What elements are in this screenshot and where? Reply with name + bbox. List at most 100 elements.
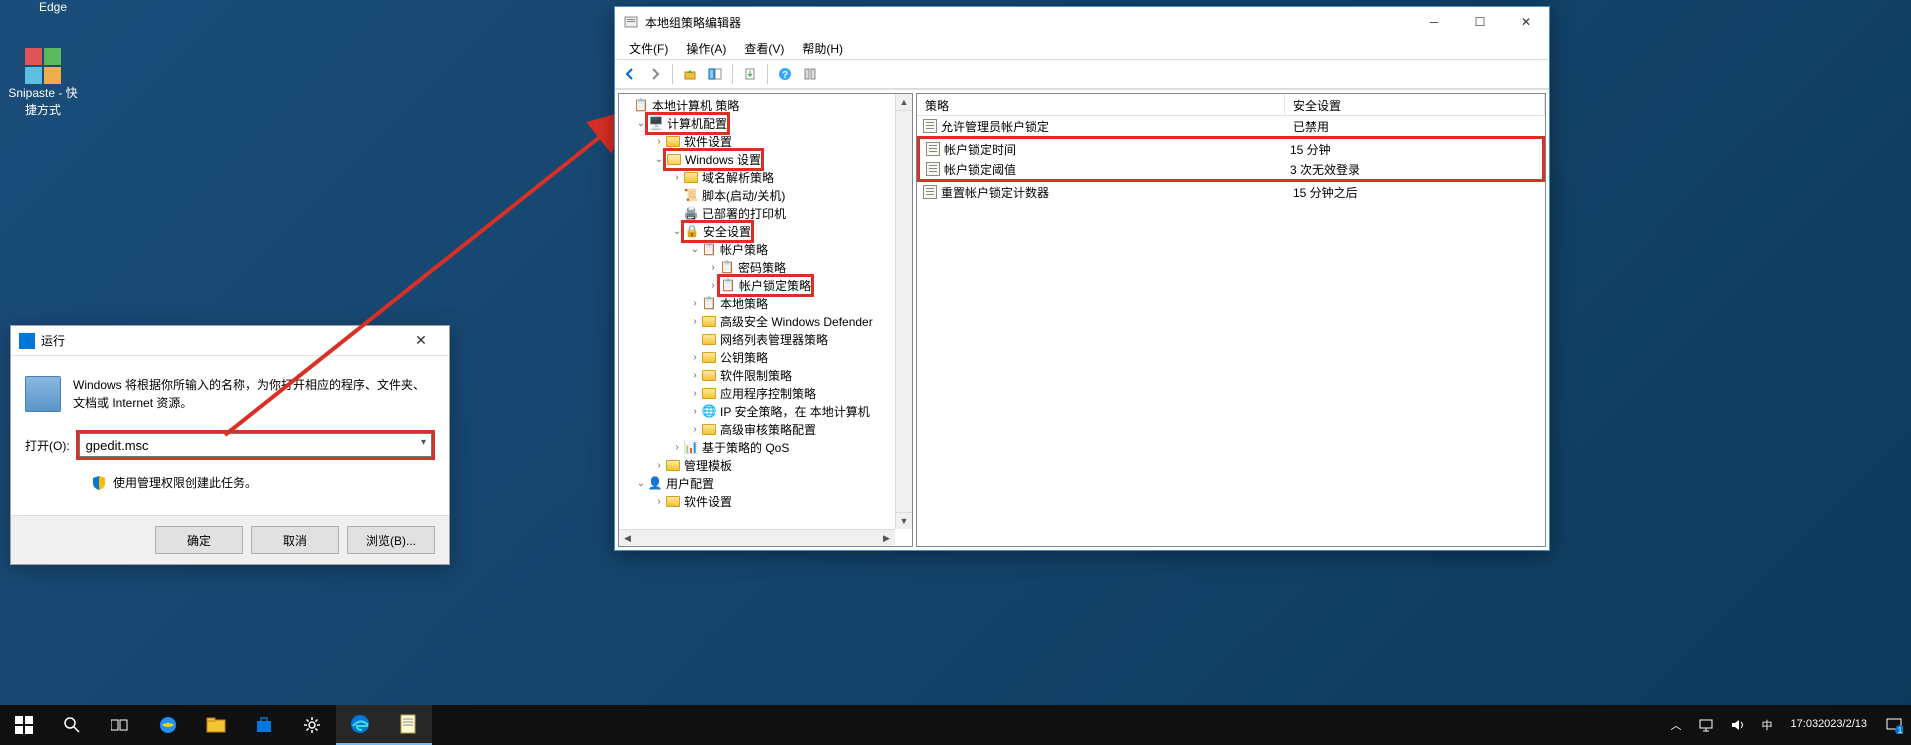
- col-security[interactable]: 安全设置: [1285, 94, 1545, 115]
- taskbar-settings-icon[interactable]: [288, 705, 336, 745]
- close-icon[interactable]: ✕: [401, 332, 441, 349]
- tree-deployed-printers[interactable]: 🖨️已部署的打印机: [619, 204, 912, 222]
- admin-note: 使用管理权限创建此任务。: [113, 474, 257, 491]
- taskbar: ︿ 中 17:03 2023/2/13 1: [0, 705, 1911, 745]
- tray-clock[interactable]: 17:03 2023/2/13: [1781, 705, 1877, 745]
- tree-dns-policy[interactable]: ›域名解析策略: [619, 168, 912, 186]
- menubar: 文件(F) 操作(A) 查看(V) 帮助(H): [615, 37, 1549, 59]
- shield-icon: [91, 475, 107, 491]
- tree-ip-security[interactable]: ›🌐IP 安全策略，在 本地计算机: [619, 402, 912, 420]
- run-app-icon: [19, 333, 35, 349]
- list-panel: 策略 安全设置 允许管理员帐户锁定 已禁用 帐户锁定时间 15 分钟 帐户锁定阈…: [916, 93, 1546, 547]
- svg-text:1: 1: [1898, 726, 1903, 734]
- menu-help[interactable]: 帮助(H): [794, 38, 851, 59]
- list-header: 策略 安全设置: [917, 94, 1545, 116]
- tree-local-policies[interactable]: ›📋本地策略: [619, 294, 912, 312]
- browse-button[interactable]: 浏览(B)...: [347, 526, 435, 554]
- taskbar-edge-icon[interactable]: [336, 705, 384, 745]
- help-icon[interactable]: ?: [774, 63, 796, 85]
- desktop-icon-snipaste[interactable]: Snipaste - 快捷方式: [5, 48, 81, 118]
- taskbar-taskview-icon[interactable]: [96, 705, 144, 745]
- run-body-icon: [25, 376, 61, 412]
- list-body: 允许管理员帐户锁定 已禁用 帐户锁定时间 15 分钟 帐户锁定阈值 3 次无效登…: [917, 116, 1545, 546]
- policy-item-icon: [926, 142, 940, 156]
- ok-button[interactable]: 确定: [155, 526, 243, 554]
- maximize-button[interactable]: ☐: [1457, 7, 1503, 37]
- run-title-text: 运行: [41, 332, 401, 349]
- minimize-button[interactable]: ─: [1411, 7, 1457, 37]
- policy-item-icon: [923, 119, 937, 133]
- run-description: Windows 将根据你所输入的名称，为你打开相应的程序、文件夹、文档或 Int…: [73, 376, 435, 412]
- close-button[interactable]: ✕: [1503, 7, 1549, 37]
- taskbar-store-icon[interactable]: [240, 705, 288, 745]
- policy-item-icon: [923, 185, 937, 199]
- system-tray: ︿ 中 17:03 2023/2/13 1: [1663, 705, 1911, 745]
- policy-row[interactable]: 帐户锁定时间 15 分钟: [920, 139, 1542, 159]
- taskbar-ie-icon[interactable]: [144, 705, 192, 745]
- tree-software-settings2[interactable]: ›软件设置: [619, 492, 912, 510]
- highlight-box-rows: 帐户锁定时间 15 分钟 帐户锁定阈值 3 次无效登录: [917, 136, 1545, 182]
- tree-security-settings[interactable]: ⌄🔒安全设置: [619, 222, 912, 240]
- tray-notifications-icon[interactable]: 1: [1877, 705, 1911, 745]
- highlight-box-input: ▾: [76, 430, 435, 460]
- desktop-icon-edge[interactable]: Edge: [15, 0, 91, 14]
- snipaste-icon-img: [25, 48, 61, 84]
- tree-network-list[interactable]: 网络列表管理器策略: [619, 330, 912, 348]
- svg-text:?: ?: [782, 70, 788, 81]
- tree-software-restriction[interactable]: ›软件限制策略: [619, 366, 912, 384]
- cancel-button[interactable]: 取消: [251, 526, 339, 554]
- tray-network-icon[interactable]: [1690, 705, 1722, 745]
- tree-account-policies[interactable]: ⌄📋帐户策略: [619, 240, 912, 258]
- taskbar-explorer-icon[interactable]: [192, 705, 240, 745]
- edge-label: Edge: [15, 0, 91, 14]
- tree-account-lockout-policy[interactable]: ›📋帐户锁定策略: [619, 276, 912, 294]
- gpedit-titlebar[interactable]: 本地组策略编辑器 ─ ☐ ✕: [615, 7, 1549, 37]
- taskbar-notepad-icon[interactable]: [384, 705, 432, 745]
- tray-chevron-up-icon[interactable]: ︿: [1663, 705, 1690, 745]
- tray-volume-icon[interactable]: [1722, 705, 1754, 745]
- policy-item-icon: [926, 162, 940, 176]
- menu-action[interactable]: 操作(A): [678, 38, 734, 59]
- taskbar-search-icon[interactable]: [48, 705, 96, 745]
- tree-defender[interactable]: ›高级安全 Windows Defender: [619, 312, 912, 330]
- tree-admin-templates[interactable]: ›管理模板: [619, 456, 912, 474]
- col-policy[interactable]: 策略: [917, 94, 1285, 115]
- tree-app-control[interactable]: ›应用程序控制策略: [619, 384, 912, 402]
- tray-time: 17:03: [1791, 718, 1819, 731]
- tree-advanced-audit[interactable]: ›高级审核策略配置: [619, 420, 912, 438]
- show-hide-tree-icon[interactable]: [704, 63, 726, 85]
- tree-user-config[interactable]: ⌄👤用户配置: [619, 474, 912, 492]
- run-input[interactable]: [79, 433, 432, 457]
- tree-hscrollbar[interactable]: ◀▶: [619, 529, 895, 546]
- open-label: 打开(O):: [25, 437, 70, 454]
- tree-public-key[interactable]: ›公钥策略: [619, 348, 912, 366]
- export-icon[interactable]: [739, 63, 761, 85]
- policy-row[interactable]: 帐户锁定阈值 3 次无效登录: [920, 159, 1542, 179]
- tree-scripts[interactable]: 📜脚本(启动/关机): [619, 186, 912, 204]
- gpedit-title-text: 本地组策略编辑器: [645, 14, 1411, 31]
- tree-qos[interactable]: ›📊基于策略的 QoS: [619, 438, 912, 456]
- tree-windows-settings[interactable]: ⌄Windows 设置: [619, 150, 912, 168]
- policy-row[interactable]: 重置帐户锁定计数器 15 分钟之后: [917, 182, 1545, 202]
- menu-file[interactable]: 文件(F): [621, 38, 676, 59]
- menu-view[interactable]: 查看(V): [736, 38, 792, 59]
- up-folder-icon[interactable]: [679, 63, 701, 85]
- tree-vscrollbar[interactable]: ▲▼: [895, 94, 912, 529]
- start-button[interactable]: [0, 705, 48, 745]
- tray-ime[interactable]: 中: [1754, 705, 1781, 745]
- tray-date: 2023/2/13: [1818, 718, 1867, 731]
- toolbar: ?: [615, 59, 1549, 89]
- tree-computer-config[interactable]: ⌄🖥️计算机配置: [619, 114, 912, 132]
- chevron-down-icon[interactable]: ▾: [421, 437, 426, 448]
- run-titlebar[interactable]: 运行 ✕: [11, 326, 449, 356]
- back-icon[interactable]: [619, 63, 641, 85]
- filter-icon[interactable]: [799, 63, 821, 85]
- run-dialog: 运行 ✕ Windows 将根据你所输入的名称，为你打开相应的程序、文件夹、文档…: [10, 325, 450, 565]
- tree-panel: 📋本地计算机 策略 ⌄🖥️计算机配置 ›软件设置 ⌄Windows 设置 ›域名…: [618, 93, 913, 547]
- snipaste-label: Snipaste - 快捷方式: [5, 84, 81, 118]
- policy-row[interactable]: 允许管理员帐户锁定 已禁用: [917, 116, 1545, 136]
- forward-icon[interactable]: [644, 63, 666, 85]
- gpedit-app-icon: [623, 14, 639, 30]
- policy-tree: 📋本地计算机 策略 ⌄🖥️计算机配置 ›软件设置 ⌄Windows 设置 ›域名…: [619, 94, 912, 512]
- gpedit-window: 本地组策略编辑器 ─ ☐ ✕ 文件(F) 操作(A) 查看(V) 帮助(H) ?…: [614, 6, 1550, 551]
